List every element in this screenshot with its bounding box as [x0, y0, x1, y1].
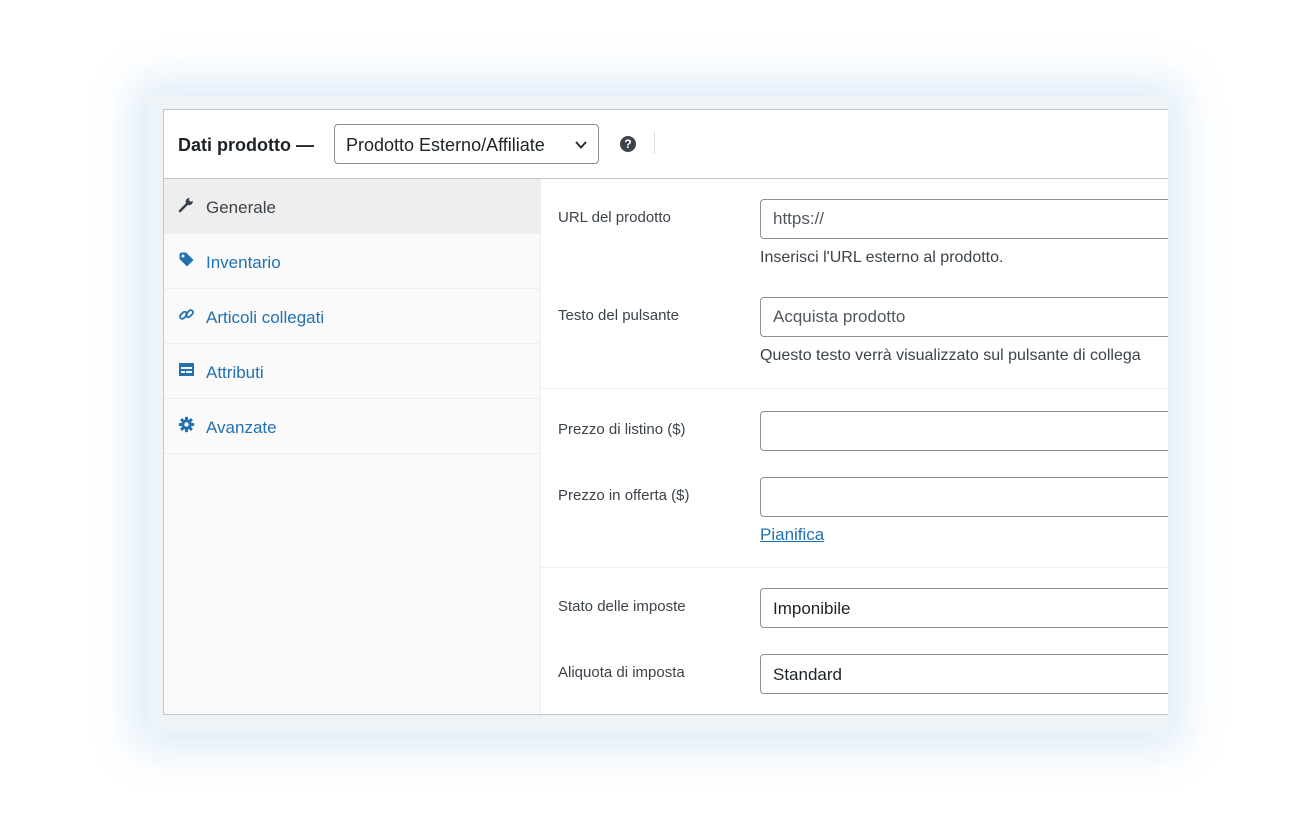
tab-label: Avanzate [206, 418, 277, 437]
product-url-description: Inserisci l'URL esterno al prodotto. [760, 249, 1004, 266]
regular-price-label: Prezzo di listino ($) [558, 421, 686, 438]
button-text-input[interactable] [760, 297, 1168, 337]
product-type-value: Prodotto Esterno/Affiliate [346, 135, 545, 155]
gear-icon [178, 416, 195, 433]
regular-price-input[interactable] [760, 411, 1168, 451]
panel-header: Dati prodotto — Prodotto Esterno/Affilia… [164, 110, 1168, 179]
chevron-down-icon [575, 141, 587, 149]
tag-icon [179, 252, 194, 267]
tab-advanced[interactable]: Avanzate [164, 399, 540, 454]
svg-text:?: ? [624, 137, 631, 151]
tab-attributes[interactable]: Attributi [164, 344, 540, 399]
tab-label: Inventario [206, 253, 281, 272]
tab-label: Attributi [206, 363, 264, 382]
tax-class-value: Standard [773, 665, 842, 684]
button-text-label: Testo del pulsante [558, 307, 679, 324]
panel-title: Dati prodotto — [178, 135, 314, 155]
tab-label: Generale [206, 198, 276, 217]
link-icon [179, 309, 194, 320]
tax-group: Stato delle imposte Imponibile Aliquota … [541, 568, 1168, 714]
wrench-icon [178, 197, 193, 213]
general-panel: URL del prodotto Inserisci l'URL esterno… [541, 179, 1168, 714]
external-product-group: URL del prodotto Inserisci l'URL esterno… [541, 179, 1168, 389]
sale-price-input[interactable] [760, 477, 1168, 517]
sale-price-label: Prezzo in offerta ($) [558, 487, 690, 504]
tax-status-select[interactable]: Imponibile [760, 588, 1168, 628]
pricing-group: Prezzo di listino ($) Prezzo in offerta … [541, 389, 1168, 568]
tax-status-value: Imponibile [773, 599, 851, 618]
product-type-select[interactable]: Prodotto Esterno/Affiliate [334, 124, 599, 164]
tab-general[interactable]: Generale [164, 179, 540, 234]
tax-status-label: Stato delle imposte [558, 598, 686, 615]
table-icon [179, 363, 194, 376]
tab-linked-products[interactable]: Articoli collegati [164, 289, 540, 344]
question-circle-icon[interactable]: ? [619, 135, 637, 153]
product-data-panel: Dati prodotto — Prodotto Esterno/Affilia… [163, 109, 1168, 715]
product-data-tabs: Generale Inventario Articoli collegati A… [164, 179, 541, 714]
tax-class-select[interactable]: Standard [760, 654, 1168, 694]
product-url-input[interactable] [760, 199, 1168, 239]
product-url-label: URL del prodotto [558, 209, 671, 226]
tax-class-label: Aliquota di imposta [558, 664, 685, 681]
tab-label: Articoli collegati [206, 308, 325, 327]
header-separator [654, 132, 655, 154]
schedule-sale-link[interactable]: Pianifica [760, 525, 824, 545]
tab-inventory[interactable]: Inventario [164, 234, 540, 289]
button-text-description: Questo testo verrà visualizzato sul puls… [760, 347, 1141, 364]
